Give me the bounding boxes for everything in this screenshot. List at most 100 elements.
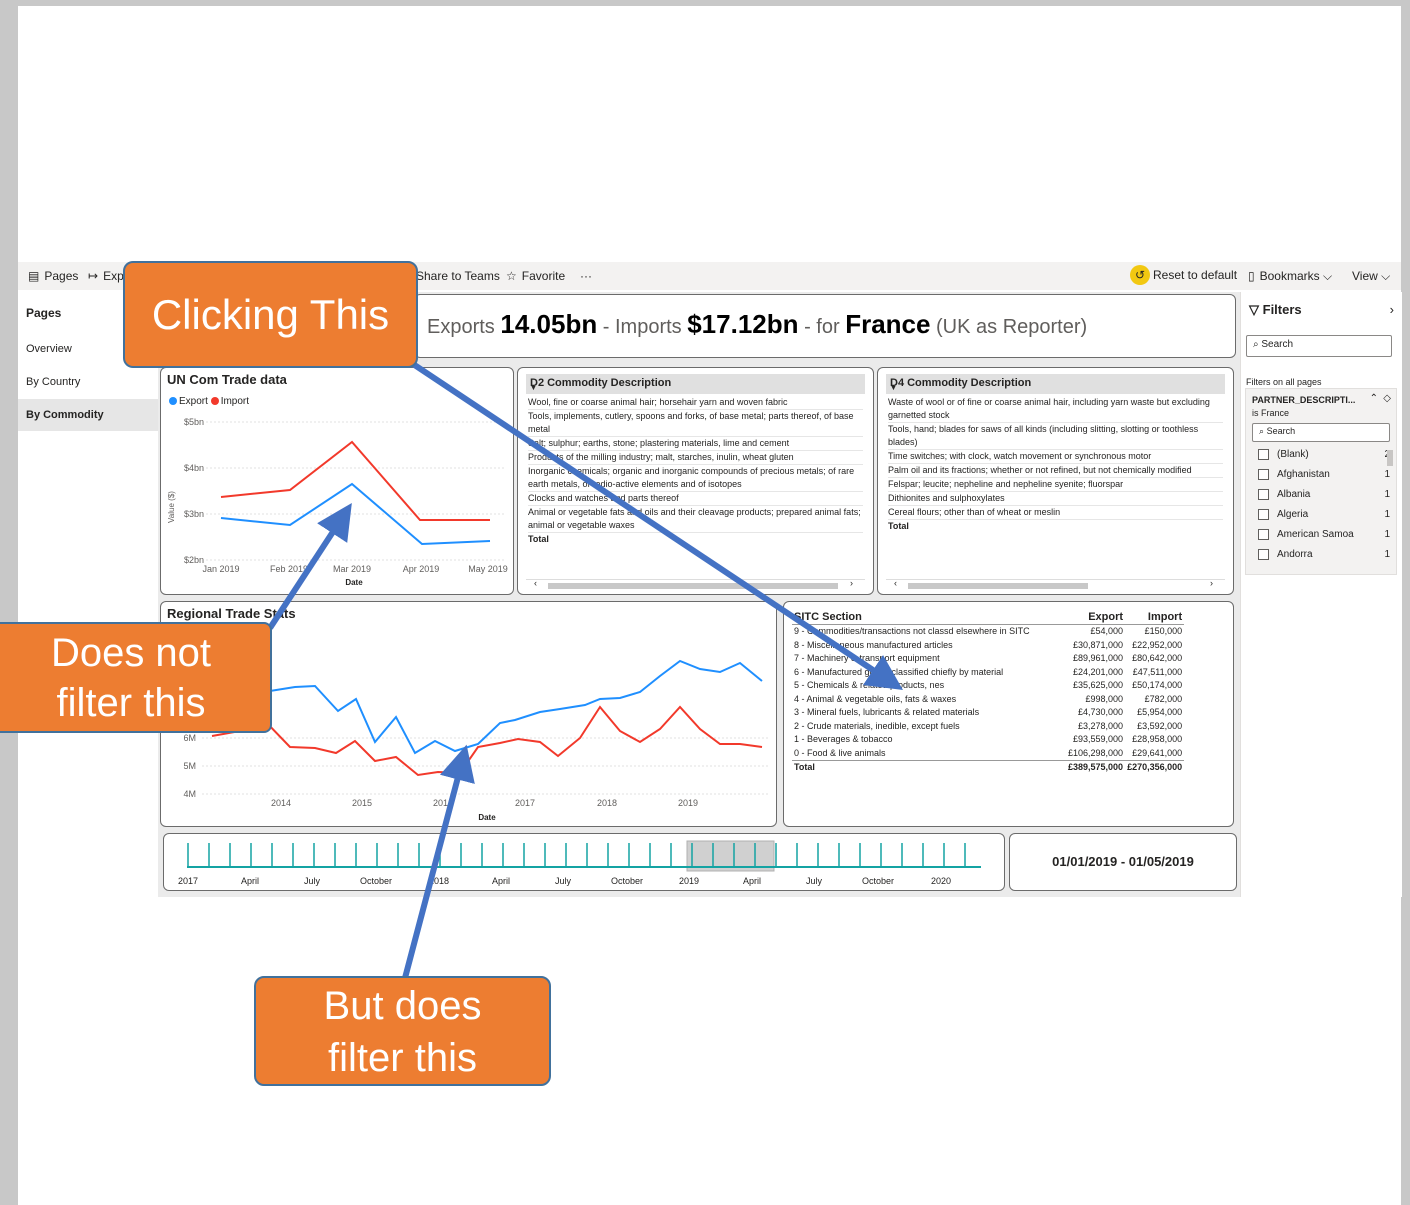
- scroll-right-icon[interactable]: ›: [850, 578, 853, 588]
- share-teams-button[interactable]: Share to Teams: [416, 269, 500, 283]
- pages-button[interactable]: ▤ Pages: [28, 269, 78, 283]
- y-tick-label: 4M: [183, 789, 196, 799]
- nav-item-by-commodity[interactable]: By Commodity: [18, 399, 158, 431]
- un-chart-svg: $5bn $4bn $3bn $2bn Value ($) Jan 2019 F…: [167, 417, 508, 587]
- table-row[interactable]: 0 - Food & live animals £106,298,000 £29,6…: [792, 747, 1184, 761]
- x-tick-label: Feb 2019: [270, 564, 308, 574]
- table-row[interactable]: Clocks and watches and parts thereof: [528, 492, 863, 506]
- table-row[interactable]: Salt; sulphur; earths, stone; plastering…: [528, 437, 863, 451]
- horizontal-scrollbar[interactable]: ‹ ›: [886, 578, 1225, 590]
- table-row[interactable]: Tools, hand; blades for saws of all kind…: [888, 423, 1223, 450]
- search-icon: ⌕: [1259, 426, 1265, 436]
- x-tick-label: 2017: [515, 798, 535, 808]
- d2-header[interactable]: D2 Commodity Description: [526, 374, 865, 394]
- table-row[interactable]: Tools, implements, cutlery, spoons and f…: [528, 410, 863, 437]
- table-row[interactable]: 8 - Miscellaneous manufactured articles £…: [792, 639, 1184, 653]
- timeline-slicer[interactable]: 2017 April July October 2018 April July …: [163, 833, 1005, 891]
- more-options-button[interactable]: ···: [580, 269, 592, 283]
- sitc-section-table[interactable]: SITC Section Export Import 9 - Commoditi…: [783, 601, 1234, 827]
- clear-filter-icon[interactable]: ◇: [1383, 393, 1391, 404]
- checkbox[interactable]: [1258, 549, 1269, 560]
- filter-option[interactable]: American Samoa 1: [1258, 529, 1394, 540]
- table-total-row: Total £389,575,000 £270,356,000: [792, 760, 1185, 775]
- timeline-label: 2020: [931, 876, 951, 886]
- table-row[interactable]: 7 - Machinery & transport equipment £89,9…: [792, 652, 1184, 666]
- filter-option[interactable]: Algeria 1: [1258, 509, 1394, 520]
- table-row[interactable]: Waste of wool or of fine or coarse anima…: [888, 396, 1223, 423]
- x-axis-label: Date: [345, 578, 363, 587]
- table-row[interactable]: 4 - Animal & vegetable oils, fats & waxe…: [792, 693, 1184, 707]
- timeline-label: April: [241, 876, 259, 886]
- table-row[interactable]: Inorganic chemicals; organic and inorgan…: [528, 465, 863, 492]
- x-tick-label: 2016: [433, 798, 453, 808]
- nav-item-by-country[interactable]: By Country: [18, 366, 158, 398]
- scroll-left-icon[interactable]: ‹: [894, 578, 897, 588]
- filter-option[interactable]: (Blank)2: [1258, 449, 1394, 460]
- table-row[interactable]: Products of the milling industry; malt, …: [528, 451, 863, 465]
- filter-option[interactable]: Albania 1: [1258, 489, 1394, 500]
- collapse-chevron-icon[interactable]: ›: [1390, 302, 1394, 317]
- table-row[interactable]: Cereal flours; other than of wheat or me…: [888, 506, 1223, 520]
- checkbox[interactable]: [1258, 489, 1269, 500]
- view-button[interactable]: View ⌵: [1352, 269, 1390, 284]
- checkbox[interactable]: [1258, 469, 1269, 480]
- date-range-card: 01/01/2019 - 01/05/2019: [1009, 833, 1237, 891]
- timeline-label: July: [806, 876, 823, 886]
- y-tick-label: $2bn: [184, 555, 204, 565]
- export-button[interactable]: ↦ Exp: [88, 269, 124, 283]
- filter-option[interactable]: Afghanistan 1: [1258, 469, 1394, 480]
- filter-card-search-input[interactable]: ⌕ Search: [1252, 423, 1390, 442]
- reset-default-button[interactable]: ↺ Reset to default: [1130, 265, 1237, 285]
- table-row[interactable]: 3 - Mineral fuels, lubricants & related …: [792, 706, 1184, 720]
- table-row[interactable]: 1 - Beverages & tobacco £93,559,000 £28,95…: [792, 733, 1184, 747]
- partner-filter-card[interactable]: PARTNER_DESCRIPTI... ⌃ ◇ is France ⌕ Sea…: [1245, 388, 1397, 575]
- table-row[interactable]: 2 - Crude materials, inedible, except fu…: [792, 720, 1184, 734]
- favorite-button[interactable]: ☆ Favorite: [506, 269, 565, 283]
- filters-title: ▽ Filters: [1249, 302, 1302, 317]
- filters-search-input[interactable]: ⌕ Search: [1246, 335, 1392, 357]
- table-row[interactable]: 5 - Chemicals & related products, nes £35…: [792, 679, 1184, 693]
- scroll-right-icon[interactable]: ›: [1210, 578, 1213, 588]
- table-row[interactable]: Wool, fine or coarse animal hair; horseh…: [528, 396, 863, 410]
- checkbox[interactable]: [1258, 529, 1269, 540]
- horizontal-scrollbar[interactable]: ‹ ›: [526, 578, 865, 590]
- scroll-thumb[interactable]: [908, 583, 1088, 589]
- title-card: Exports 14.05bn - Imports $17.12bn - for…: [414, 294, 1236, 358]
- scroll-thumb[interactable]: [548, 583, 838, 589]
- reset-icon: ↺: [1130, 265, 1150, 285]
- bookmarks-button[interactable]: ▯ Bookmarks ⌵: [1248, 269, 1332, 284]
- star-icon: ☆: [506, 269, 517, 283]
- table-row[interactable]: Time switches; with clock, watch movemen…: [888, 450, 1223, 464]
- filter-option[interactable]: Andorra 1: [1258, 549, 1394, 560]
- checkbox[interactable]: [1258, 449, 1269, 460]
- d4-header[interactable]: D4 Commodity Description: [886, 374, 1225, 394]
- col-header-export[interactable]: Export: [1066, 610, 1126, 625]
- table-row[interactable]: Animal or vegetable fats and oils and th…: [528, 506, 863, 533]
- timeline-ticks: [187, 843, 966, 867]
- checkbox[interactable]: [1258, 509, 1269, 520]
- table-row[interactable]: Felspar; leucite; nepheline and nephelin…: [888, 478, 1223, 492]
- d4-commodity-table[interactable]: D4 Commodity Description ▼ Waste of wool…: [877, 367, 1234, 595]
- table-row[interactable]: 9 - Commodities/transactions not classd …: [792, 625, 1184, 639]
- chevron-up-icon[interactable]: ⌃: [1370, 393, 1378, 404]
- col-header-section[interactable]: SITC Section: [792, 610, 1066, 625]
- x-tick-label: 2014: [271, 798, 291, 808]
- d4-rows: Waste of wool or of fine or coarse anima…: [888, 396, 1223, 533]
- timeline-label: 2017: [178, 876, 198, 886]
- timeline-label: July: [555, 876, 572, 886]
- chevron-down-icon: ⌵: [1381, 269, 1391, 283]
- table-row[interactable]: 6 - Manufactured goods classified chiefl…: [792, 666, 1184, 680]
- timeline-label: April: [492, 876, 510, 886]
- col-header-import[interactable]: Import: [1125, 610, 1185, 625]
- timeline-label: October: [360, 876, 392, 886]
- timeline-label: April: [743, 876, 761, 886]
- filter-scroll-thumb[interactable]: [1387, 450, 1393, 466]
- un-trade-chart[interactable]: UN Com Trade data Export Import $5bn $4b…: [160, 367, 514, 595]
- table-row[interactable]: Dithionites and sulphoxylates: [888, 492, 1223, 506]
- title-text: Exports 14.05bn - Imports $17.12bn - for…: [427, 309, 1088, 339]
- table-row[interactable]: Palm oil and its fractions; whether or n…: [888, 464, 1223, 478]
- scroll-left-icon[interactable]: ‹: [534, 578, 537, 588]
- sort-down-icon: ▼: [530, 385, 537, 392]
- filters-all-pages-label: Filters on all pages: [1246, 377, 1322, 387]
- d2-commodity-table[interactable]: D2 Commodity Description ▼ Wool, fine or…: [517, 367, 874, 595]
